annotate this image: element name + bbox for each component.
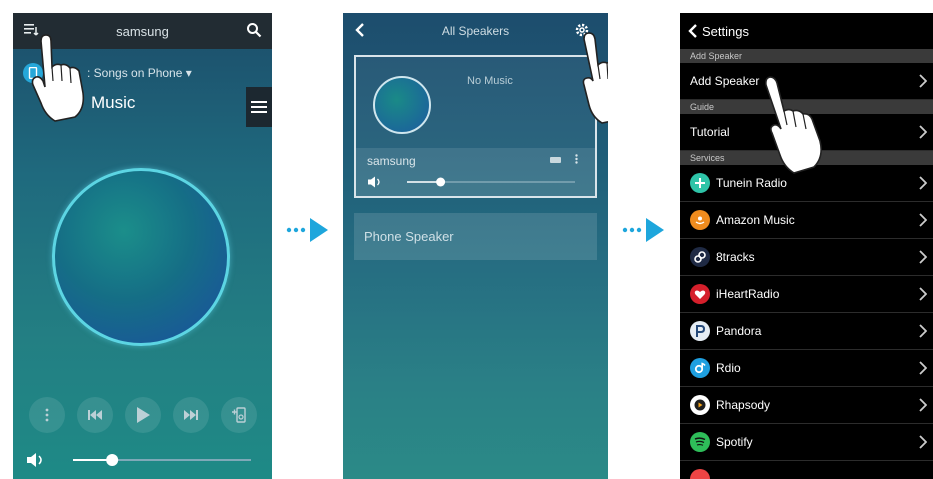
settings-row-tutorial[interactable]: Tutorial bbox=[680, 114, 933, 151]
more-button[interactable] bbox=[29, 397, 65, 433]
row-label: Tunein Radio bbox=[716, 176, 787, 190]
app-title: samsung bbox=[116, 23, 169, 39]
queue-icon[interactable] bbox=[23, 22, 39, 41]
section-header-services: Services bbox=[680, 151, 933, 165]
row-label: Amazon Music bbox=[716, 213, 795, 227]
service-row-spotify[interactable]: Spotify bbox=[680, 424, 933, 461]
player-screen: samsung : Songs on Phone ▾ Music bbox=[13, 13, 272, 479]
service-row-rdio[interactable]: Rdio bbox=[680, 350, 933, 387]
chevron-right-icon bbox=[919, 324, 927, 338]
volume-slider-knob[interactable] bbox=[106, 454, 119, 466]
playback-controls bbox=[29, 397, 257, 433]
speaker-card-controls: samsung bbox=[356, 148, 595, 196]
now-playing-text: No Music bbox=[467, 75, 513, 87]
service-row-8tracks[interactable]: 8tracks bbox=[680, 239, 933, 276]
speaker-card[interactable]: No Music samsung bbox=[354, 55, 597, 198]
volume-icon[interactable] bbox=[27, 453, 42, 467]
row-label: Tutorial bbox=[690, 125, 730, 139]
playlist-title: Music bbox=[91, 93, 136, 112]
rdio-icon bbox=[690, 358, 710, 378]
more-icon bbox=[45, 408, 49, 422]
settings-title: Settings bbox=[702, 23, 749, 39]
source-label: : Songs on Phone ▾ bbox=[87, 66, 192, 80]
back-icon[interactable] bbox=[688, 24, 698, 38]
service-row-pandora[interactable]: Pandora bbox=[680, 313, 933, 350]
speaker-name: samsung bbox=[367, 154, 416, 168]
chevron-right-icon bbox=[919, 213, 927, 227]
play-icon bbox=[137, 407, 150, 423]
all-speakers-screen: All Speakers No Music samsung Phone Spea… bbox=[343, 13, 608, 479]
service-row-tunein[interactable]: Tunein Radio bbox=[680, 165, 933, 202]
tunein-icon bbox=[690, 173, 710, 193]
service-row-partial bbox=[680, 461, 933, 479]
chevron-right-icon bbox=[919, 125, 927, 139]
speakers-header: All Speakers bbox=[343, 13, 608, 49]
service-row-rhapsody[interactable]: Rhapsody bbox=[680, 387, 933, 424]
row-label: 8tracks bbox=[716, 250, 755, 264]
source-selector[interactable]: : Songs on Phone ▾ bbox=[23, 63, 192, 83]
back-icon[interactable] bbox=[355, 23, 365, 40]
settings-header: Settings bbox=[680, 13, 933, 49]
prev-icon bbox=[88, 410, 102, 420]
next-button[interactable] bbox=[173, 397, 209, 433]
menu-button[interactable] bbox=[246, 87, 272, 127]
row-label: Pandora bbox=[716, 324, 762, 338]
speaker-add-button[interactable] bbox=[221, 397, 257, 433]
chevron-right-icon bbox=[919, 250, 927, 264]
chevron-right-icon bbox=[919, 398, 927, 412]
service-row-amazon[interactable]: Amazon Music bbox=[680, 202, 933, 239]
battery-icon bbox=[550, 157, 561, 163]
menu-icon bbox=[251, 101, 267, 113]
play-button[interactable] bbox=[125, 397, 161, 433]
chevron-right-icon bbox=[919, 74, 927, 88]
next-icon bbox=[184, 410, 198, 420]
chevron-right-icon bbox=[919, 435, 927, 449]
speaker-volume-knob[interactable] bbox=[436, 177, 446, 187]
section-header-guide: Guide bbox=[680, 100, 933, 114]
8tracks-icon bbox=[690, 247, 710, 267]
chevron-right-icon bbox=[919, 287, 927, 301]
service-row-iheartradio[interactable]: iHeartRadio bbox=[680, 276, 933, 313]
search-icon[interactable] bbox=[246, 22, 262, 41]
spotify-icon bbox=[690, 432, 710, 452]
rhapsody-icon bbox=[690, 395, 710, 415]
player-header: samsung bbox=[13, 13, 272, 49]
row-label: Add Speaker bbox=[690, 74, 760, 88]
speakers-title: All Speakers bbox=[441, 24, 510, 38]
row-label: iHeartRadio bbox=[716, 287, 780, 301]
volume-icon[interactable] bbox=[368, 176, 380, 188]
chevron-right-icon bbox=[919, 361, 927, 375]
more-icon[interactable] bbox=[575, 154, 578, 164]
tutorial-stage: samsung : Songs on Phone ▾ Music All Spe… bbox=[0, 0, 933, 479]
settings-screen: Settings Add Speaker Add Speaker Guide T… bbox=[680, 13, 933, 479]
phone-speaker-item[interactable]: Phone Speaker bbox=[354, 213, 597, 260]
service-icon bbox=[690, 469, 710, 479]
gear-icon[interactable] bbox=[574, 22, 590, 41]
amazon-icon bbox=[690, 210, 710, 230]
settings-row-add-speaker[interactable]: Add Speaker bbox=[680, 63, 933, 100]
chevron-right-icon bbox=[919, 176, 927, 190]
pandora-icon bbox=[690, 321, 710, 341]
previous-button[interactable] bbox=[77, 397, 113, 433]
section-header-add-speaker: Add Speaker bbox=[680, 49, 933, 63]
row-label: Spotify bbox=[716, 435, 753, 449]
step-arrow-icon bbox=[622, 218, 664, 242]
step-arrow-icon bbox=[286, 218, 328, 242]
volume-row bbox=[25, 451, 253, 469]
speaker-add-icon bbox=[232, 407, 246, 423]
iheartradio-icon bbox=[690, 284, 710, 304]
row-label: Rdio bbox=[716, 361, 741, 375]
speaker-album-art bbox=[373, 76, 431, 134]
album-art-disc bbox=[52, 168, 230, 346]
row-label: Rhapsody bbox=[716, 398, 771, 412]
phone-icon bbox=[23, 63, 43, 83]
